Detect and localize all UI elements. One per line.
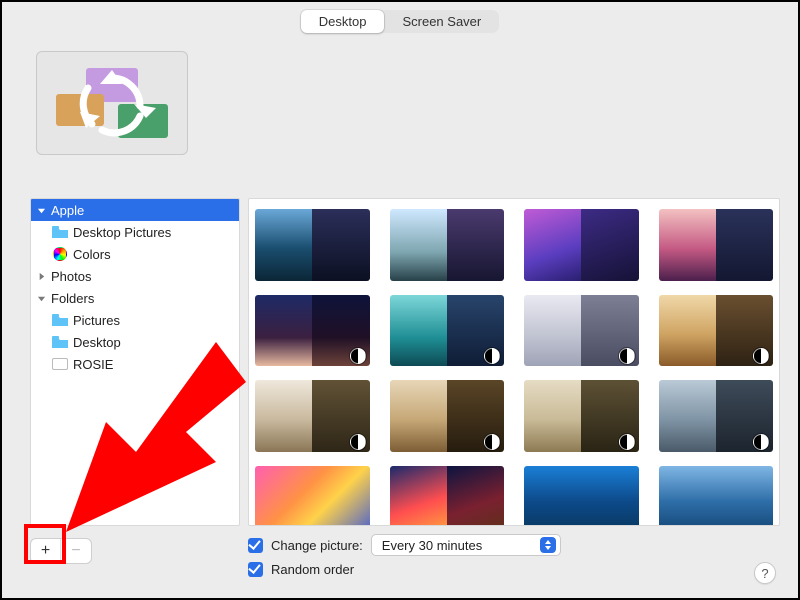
sidebar-item-photos[interactable]: Photos — [31, 265, 239, 287]
sidebar-item-label: Desktop Pictures — [73, 225, 171, 240]
random-order-checkbox[interactable] — [248, 562, 263, 577]
color-wheel-icon — [51, 247, 69, 261]
current-wallpaper-preview — [36, 51, 188, 155]
wallpaper-thumb[interactable] — [524, 380, 639, 452]
sidebar-item-desktop-folder[interactable]: Desktop — [31, 331, 239, 353]
change-interval-value: Every 30 minutes — [382, 538, 482, 553]
chevron-down-icon — [35, 294, 47, 303]
wallpaper-thumb[interactable] — [255, 466, 370, 526]
chevron-down-icon — [35, 206, 47, 215]
dynamic-badge-icon — [484, 348, 500, 364]
sidebar-item-pictures[interactable]: Pictures — [31, 309, 239, 331]
sidebar-item-label: Photos — [51, 269, 91, 284]
wallpaper-thumb[interactable] — [524, 295, 639, 367]
source-sidebar: Apple Desktop Pictures Colors Photos Fol… — [30, 198, 240, 526]
wallpaper-thumb[interactable] — [524, 466, 639, 526]
sidebar-item-label: Pictures — [73, 313, 120, 328]
dynamic-badge-icon — [753, 434, 769, 450]
bottom-bar: + − Change picture: Every 30 minutes Ran… — [18, 532, 780, 588]
sidebar-item-desktop-pictures[interactable]: Desktop Pictures — [31, 221, 239, 243]
wallpaper-thumb[interactable] — [255, 380, 370, 452]
wallpaper-thumb[interactable] — [390, 380, 505, 452]
folder-icon — [51, 314, 69, 326]
popup-arrows-icon — [540, 537, 556, 553]
chevron-right-icon — [35, 272, 47, 281]
wallpaper-grid — [248, 198, 780, 526]
tab-bar: Desktop Screen Saver — [2, 2, 798, 33]
folder-icon — [51, 336, 69, 348]
dynamic-badge-icon — [753, 348, 769, 364]
remove-folder-button[interactable]: − — [61, 539, 91, 563]
add-remove-group: + − — [30, 538, 92, 564]
random-order-label: Random order — [271, 562, 354, 577]
change-interval-popup[interactable]: Every 30 minutes — [371, 534, 561, 556]
tab-screensaver[interactable]: Screen Saver — [384, 10, 499, 33]
sidebar-item-apple[interactable]: Apple — [31, 199, 239, 221]
dynamic-badge-icon — [350, 434, 366, 450]
help-button[interactable]: ? — [754, 562, 776, 584]
tab-desktop[interactable]: Desktop — [301, 10, 385, 33]
add-folder-button[interactable]: + — [31, 539, 61, 563]
wallpaper-thumb[interactable] — [659, 466, 774, 526]
dynamic-badge-icon — [619, 348, 635, 364]
wallpaper-thumb[interactable] — [524, 209, 639, 281]
rotate-preview-icon — [52, 64, 172, 142]
change-picture-label: Change picture: — [271, 538, 363, 553]
dynamic-badge-icon — [350, 348, 366, 364]
sidebar-item-rosie[interactable]: ROSIE — [31, 353, 239, 375]
wallpaper-thumb[interactable] — [255, 295, 370, 367]
dynamic-badge-icon — [619, 434, 635, 450]
folder-icon — [51, 226, 69, 238]
sidebar-item-folders[interactable]: Folders — [31, 287, 239, 309]
wallpaper-thumb[interactable] — [659, 295, 774, 367]
change-picture-checkbox[interactable] — [248, 538, 263, 553]
sidebar-item-label: Folders — [51, 291, 94, 306]
wallpaper-thumb[interactable] — [390, 466, 505, 526]
segmented-control: Desktop Screen Saver — [301, 10, 499, 33]
wallpaper-thumb[interactable] — [390, 295, 505, 367]
wallpaper-thumb[interactable] — [659, 380, 774, 452]
dynamic-badge-icon — [484, 434, 500, 450]
sidebar-item-colors[interactable]: Colors — [31, 243, 239, 265]
sidebar-item-label: Colors — [73, 247, 111, 262]
wallpaper-thumb[interactable] — [390, 209, 505, 281]
sidebar-item-label: Desktop — [73, 335, 121, 350]
wallpaper-thumb[interactable] — [659, 209, 774, 281]
blank-folder-icon — [51, 358, 69, 370]
sidebar-item-label: ROSIE — [73, 357, 113, 372]
wallpaper-thumb[interactable] — [255, 209, 370, 281]
sidebar-item-label: Apple — [51, 203, 84, 218]
